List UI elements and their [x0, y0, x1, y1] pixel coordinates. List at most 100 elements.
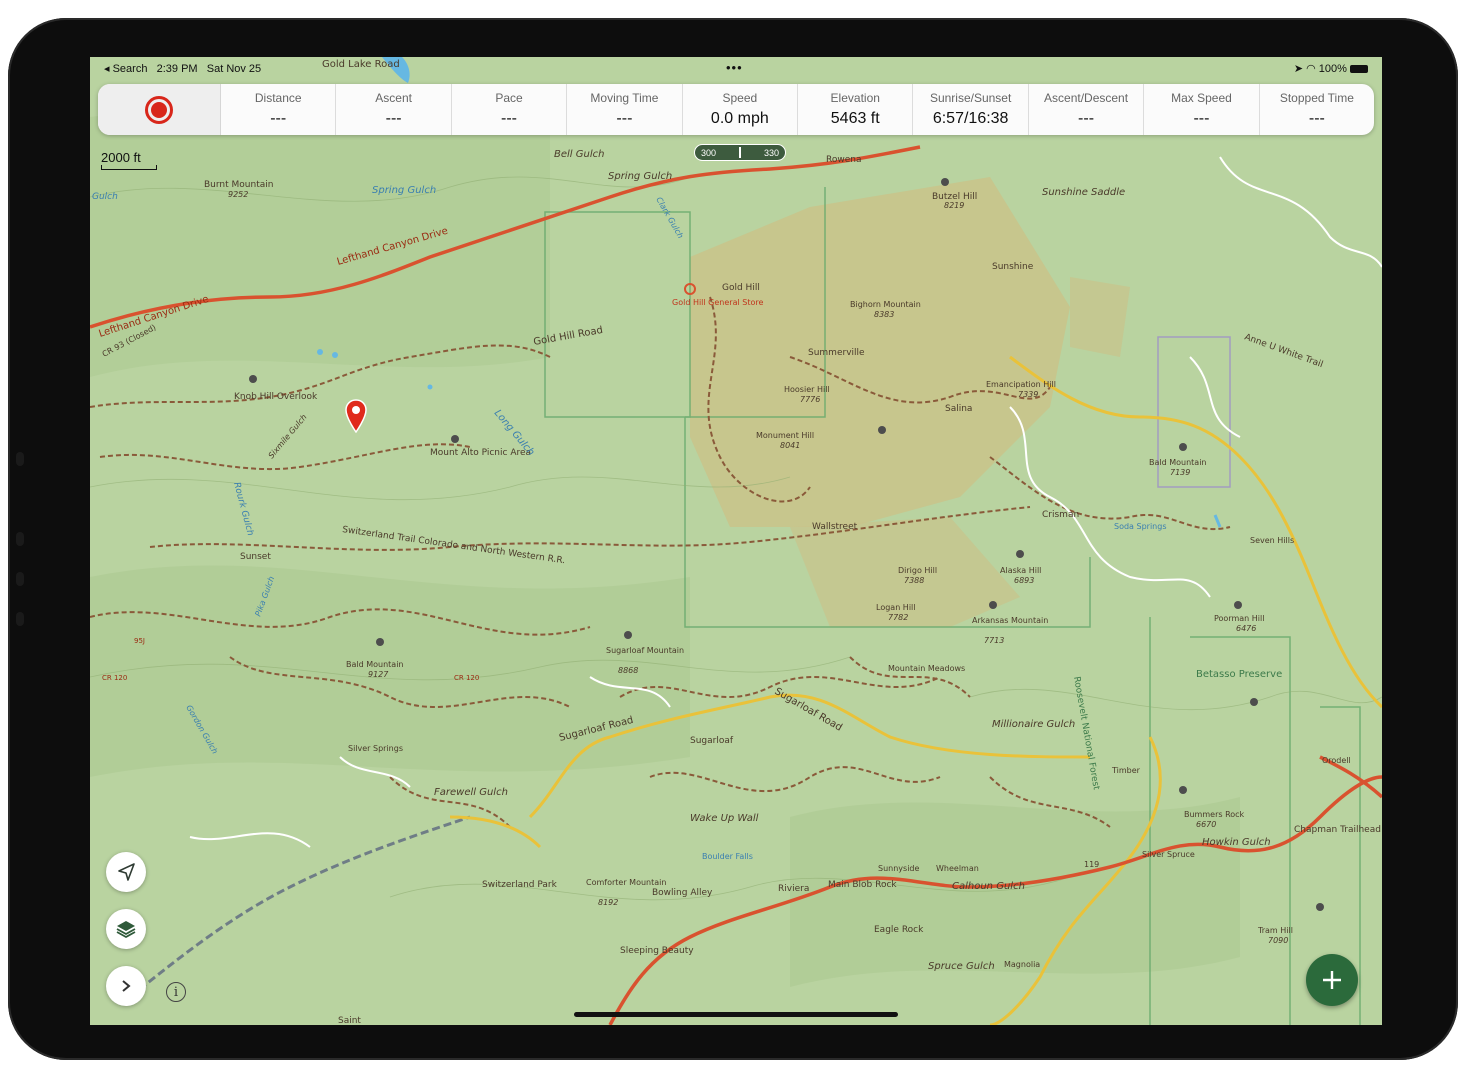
zoom-right: 330 — [763, 147, 779, 158]
map-label: 8219 — [944, 201, 964, 210]
map-label: 6670 — [1196, 820, 1216, 829]
stat-label: Elevation — [830, 91, 880, 105]
status-left: ◂ Search 2:39 PM Sat Nov 25 — [104, 62, 261, 75]
locate-button[interactable] — [106, 852, 146, 892]
map-label: Bald Mountain — [1149, 458, 1207, 467]
map-label: Silver Springs — [348, 744, 403, 753]
map-label: Gold Hill General Store — [672, 298, 763, 307]
record-icon — [145, 95, 173, 124]
map-label: Bell Gulch — [554, 149, 604, 160]
location-arrow-icon: ➤ — [1293, 63, 1304, 75]
map-label: Salina — [945, 404, 972, 414]
chevron-right-icon — [122, 980, 131, 992]
map-label: Chapman Trailhead — [1294, 825, 1381, 835]
stat-ascent[interactable]: Ascent --- — [336, 84, 452, 135]
stat-value: 6:57/16:38 — [932, 110, 1009, 127]
map-label: Main Blob Rock — [828, 880, 897, 890]
map-label: 119 — [1084, 860, 1099, 869]
map-label: Hoosier Hill — [784, 385, 830, 394]
back-to-app-link[interactable]: ◂ Search — [104, 63, 147, 75]
stat-distance[interactable]: Distance --- — [221, 84, 337, 135]
stat-stopped-time[interactable]: Stopped Time --- — [1260, 84, 1374, 135]
map-label: 95J — [134, 637, 145, 645]
battery-icon — [1350, 65, 1368, 74]
layers-button[interactable] — [106, 909, 146, 949]
map-label: Bowling Alley — [652, 888, 713, 898]
multitask-dots-icon[interactable]: ••• — [726, 60, 743, 75]
map-label: 7090 — [1268, 936, 1288, 945]
map-label: Switzerland Park — [482, 880, 558, 890]
stat-elevation[interactable]: Elevation 5463 ft — [798, 84, 914, 135]
map-label: Gold Hill — [722, 283, 760, 293]
stat-ascent-descent[interactable]: Ascent/Descent --- — [1029, 84, 1145, 135]
map-label: Mount Alto Picnic Area — [430, 448, 531, 458]
map-label: 6476 — [1236, 624, 1256, 633]
map-label: Calhoun Gulch — [952, 881, 1025, 892]
map-label: Sugarloaf — [690, 736, 734, 746]
map-label: 7339 — [1018, 390, 1038, 399]
wifi-icon: ◠ — [1306, 63, 1316, 75]
battery-percent: 100% — [1318, 63, 1347, 75]
stat-moving-time[interactable]: Moving Time --- — [567, 84, 683, 135]
device-button — [16, 572, 24, 586]
zoom-level-pill[interactable]: 300 330 — [694, 144, 786, 161]
map-label: Sugarloaf Mountain — [606, 646, 684, 655]
device-button — [16, 452, 24, 466]
stat-label: Max Speed — [1171, 91, 1232, 105]
map-label: Dirigo Hill — [898, 566, 937, 575]
map-scale: 2000 ft — [101, 150, 157, 170]
stat-value: --- — [1308, 110, 1325, 127]
stat-value: --- — [1193, 110, 1210, 127]
map-label: Magnolia — [1004, 960, 1040, 969]
map-label: Riviera — [778, 884, 809, 894]
status-right: ➤ ◠ 100% — [1294, 62, 1368, 75]
home-indicator[interactable] — [574, 1012, 898, 1017]
scale-bar — [101, 165, 157, 170]
map-label: Wheelman — [936, 864, 979, 873]
map-label: Howkin Gulch — [1202, 837, 1271, 848]
device-button — [16, 612, 24, 626]
map-label: Arkansas Mountain — [972, 616, 1048, 625]
add-button[interactable] — [1306, 954, 1358, 1006]
map-label: Saint — [338, 1016, 361, 1025]
map-label: Orodell — [1322, 756, 1351, 765]
topo-map[interactable]: Gold Lake Road Bell Gulch Spring Gulch S… — [90, 57, 1382, 1025]
map-label: 7782 — [888, 613, 908, 622]
stat-value: --- — [270, 110, 287, 127]
stat-label: Stopped Time — [1279, 91, 1354, 105]
map-label: 8868 — [618, 666, 638, 675]
map-label: Eagle Rock — [874, 925, 924, 935]
map-label: Sunshine Saddle — [1042, 187, 1125, 198]
map-label: Comforter Mountain — [586, 878, 666, 887]
map-label: 7776 — [800, 395, 820, 404]
map-label: Bald Mountain — [346, 660, 404, 669]
stat-speed[interactable]: Speed 0.0 mph — [683, 84, 799, 135]
stat-label: Distance — [254, 91, 302, 105]
stat-label: Speed — [722, 91, 758, 105]
map-label: Monument Hill — [756, 431, 814, 440]
app-screen: Gold Lake Road Bell Gulch Spring Gulch S… — [90, 57, 1382, 1025]
map-label: CR 120 — [454, 674, 479, 682]
stat-pace[interactable]: Pace --- — [452, 84, 568, 135]
map-label: Spruce Gulch — [928, 961, 995, 972]
expand-panel-button[interactable] — [106, 966, 146, 1006]
map-label: Sunnyside — [878, 864, 919, 873]
map-label: Wallstreet — [812, 522, 858, 532]
stat-sunrise-sunset[interactable]: Sunrise/Sunset 6:57/16:38 — [913, 84, 1029, 135]
info-icon[interactable]: i — [166, 982, 186, 1002]
stat-max-speed[interactable]: Max Speed --- — [1144, 84, 1260, 135]
zoom-divider — [739, 147, 741, 158]
map-label: Burnt Mountain — [204, 180, 273, 190]
zoom-left: 300 — [701, 147, 717, 158]
map-label: 8192 — [598, 898, 618, 907]
map-label: Rowena — [826, 155, 861, 165]
stat-value: 0.0 mph — [710, 110, 769, 127]
record-button[interactable] — [98, 84, 221, 135]
location-pin-icon[interactable] — [345, 399, 367, 433]
tracking-stats-bar: Distance --- Ascent --- Pace --- Moving … — [98, 84, 1374, 135]
map-label: Spring Gulch — [608, 171, 672, 182]
stat-label: Moving Time — [590, 91, 659, 105]
map-label: Emancipation Hill — [986, 380, 1056, 389]
map-label: Millionaire Gulch — [992, 719, 1075, 730]
status-bar: ◂ Search 2:39 PM Sat Nov 25 ••• ➤ ◠ 100% — [90, 57, 1382, 79]
